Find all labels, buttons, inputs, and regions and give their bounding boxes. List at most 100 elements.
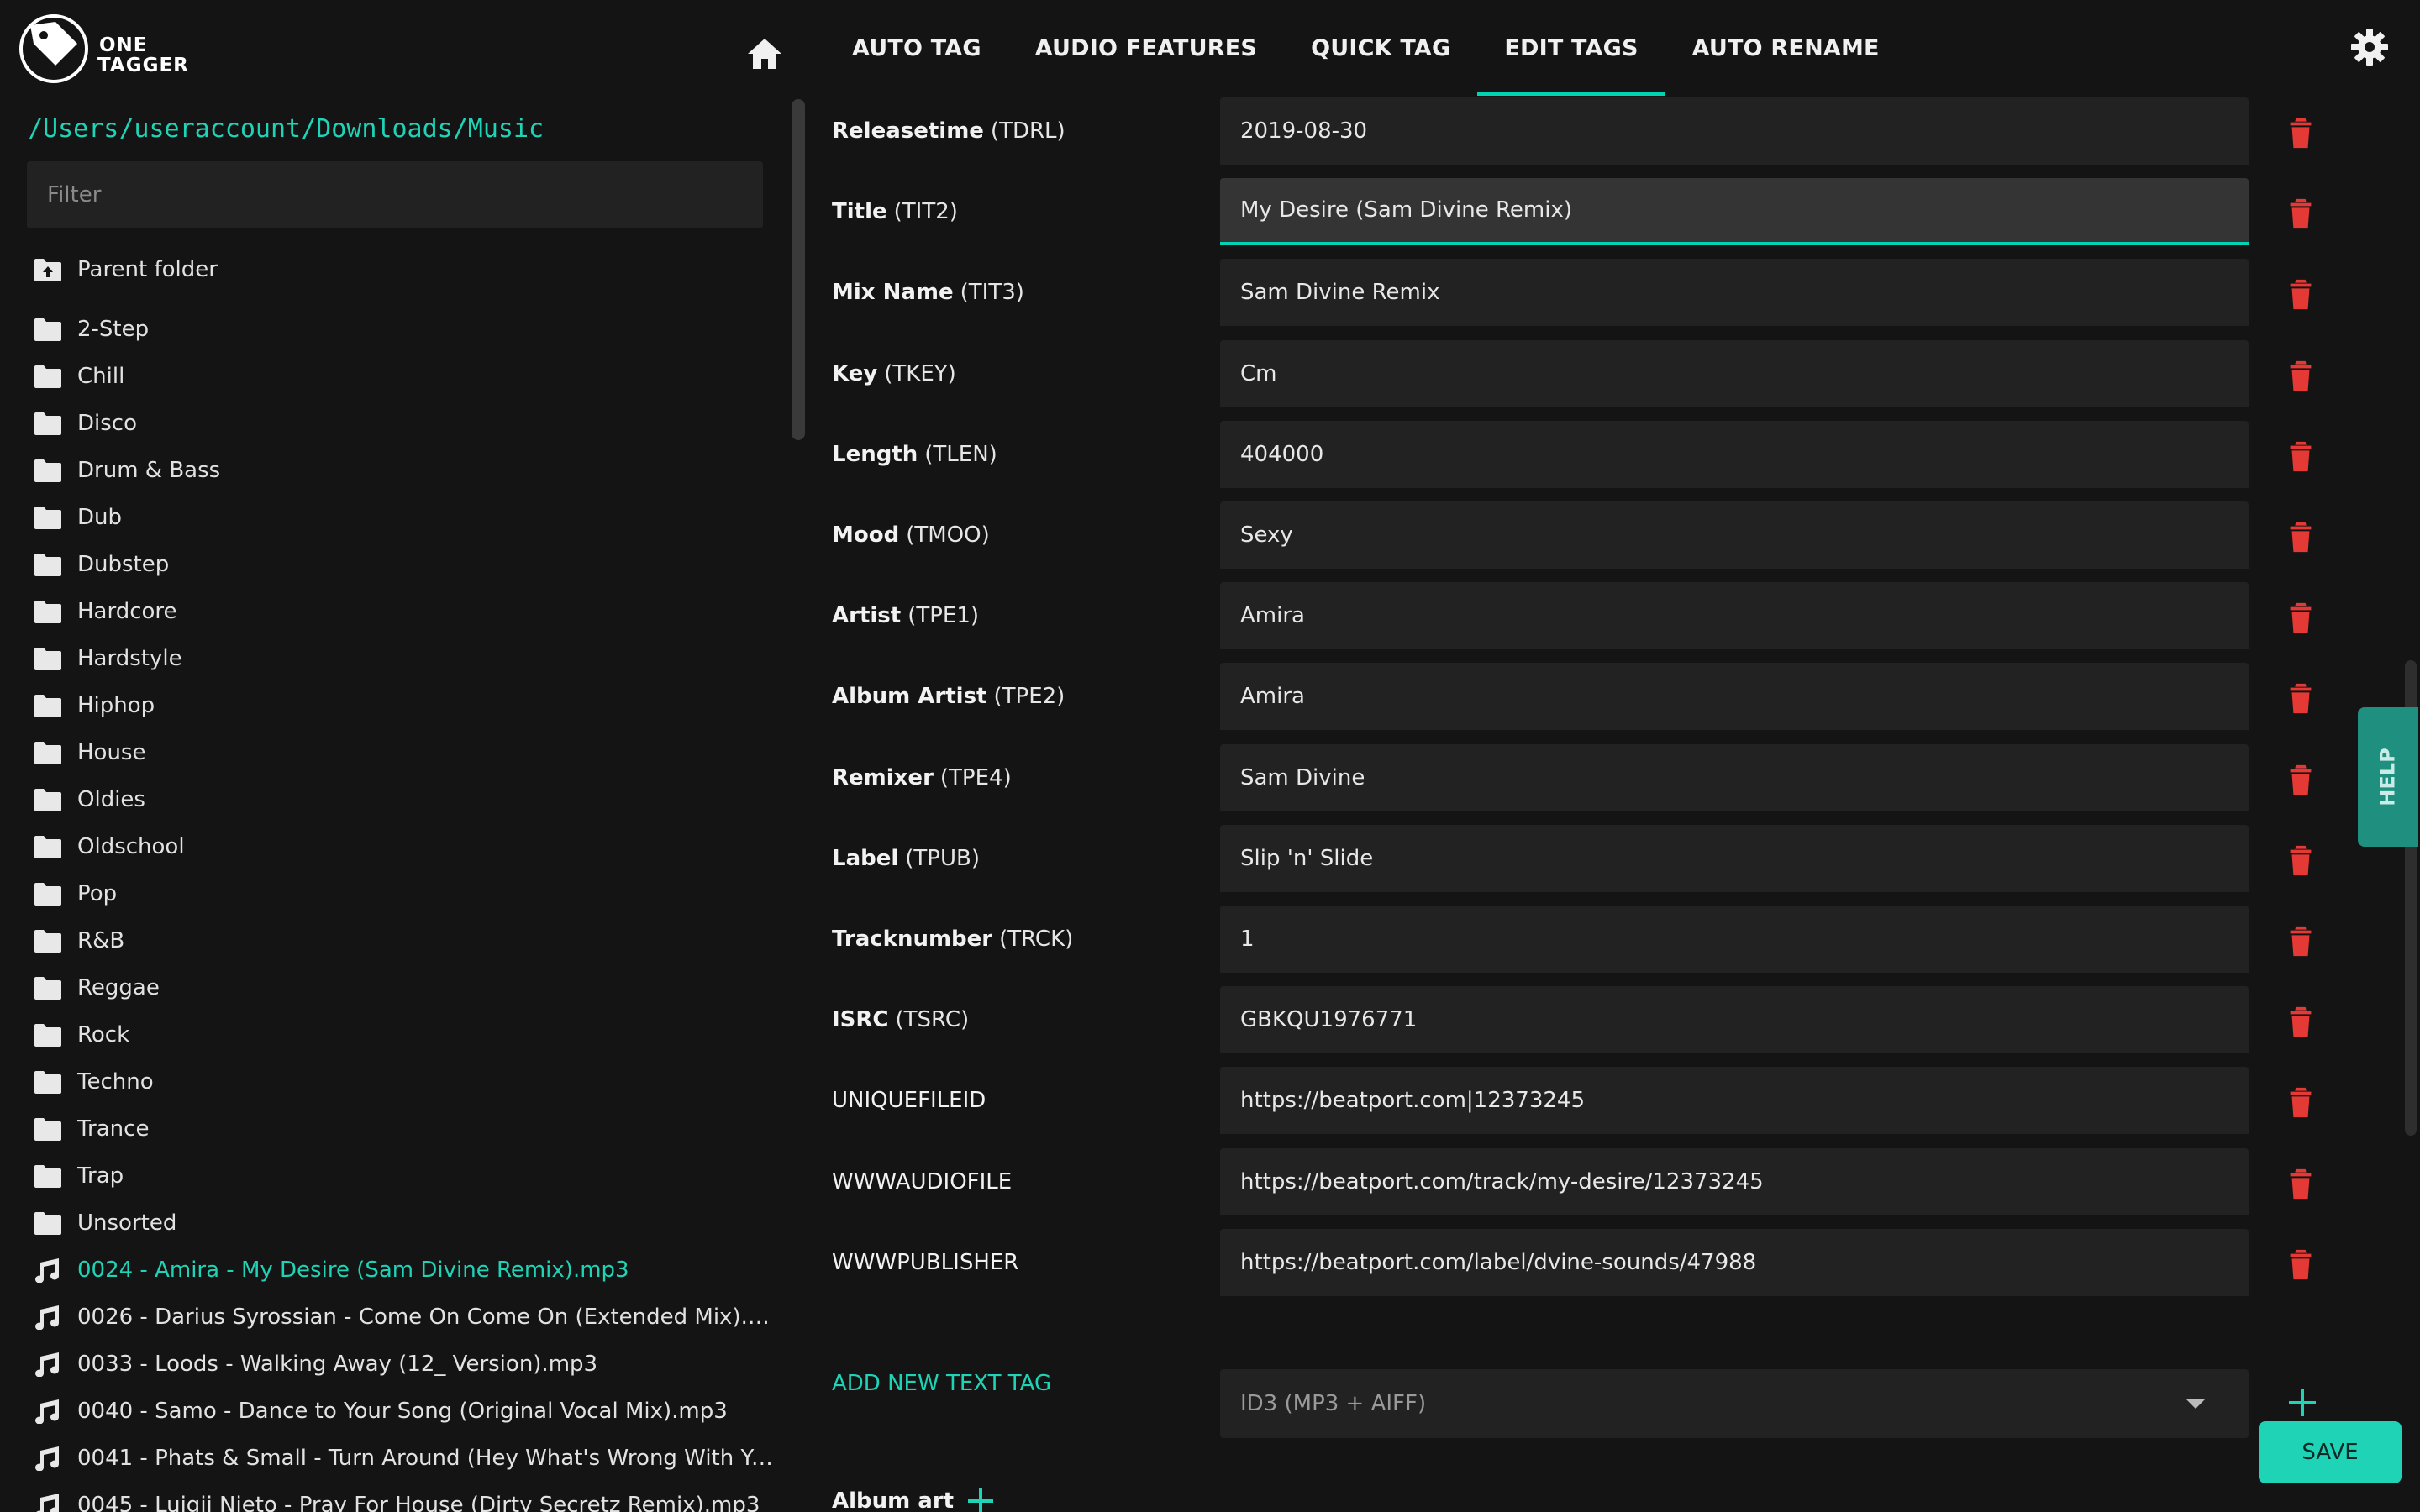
delete-tag-icon[interactable]: [2287, 439, 2314, 473]
home-icon[interactable]: [746, 37, 783, 71]
folder-item-hardstyle[interactable]: Hardstyle: [34, 635, 773, 682]
save-button[interactable]: SAVE: [2259, 1421, 2402, 1483]
folder-item-pop[interactable]: Pop: [34, 870, 773, 917]
tag-value-input[interactable]: [1220, 420, 2249, 488]
tag-value-input[interactable]: [1220, 1147, 2249, 1215]
tag-value-input[interactable]: [1220, 582, 2249, 650]
folder-icon: [34, 930, 61, 953]
gear-icon[interactable]: [2351, 29, 2388, 66]
folder-item-chill[interactable]: Chill: [34, 353, 773, 400]
tag-name: Releasetime: [832, 118, 984, 144]
tab-audio-features[interactable]: AUDIO FEATURES: [1008, 0, 1284, 96]
delete-tag-icon[interactable]: [2287, 763, 2314, 796]
tag-code: (TLEN): [924, 441, 997, 467]
filter-input[interactable]: [27, 161, 763, 228]
onetagger-logo-icon[interactable]: [18, 13, 89, 84]
add-album-art-plus-icon[interactable]: [966, 1487, 995, 1512]
tag-row: UNIQUEFILEID: [807, 1067, 2403, 1147]
tag-label: WWWAUDIOFILE: [832, 1148, 1012, 1215]
file-item[interactable]: 0024 - Amira - My Desire (Sam Divine Rem…: [34, 1247, 773, 1294]
tag-row: Title (TIT2): [807, 178, 2403, 259]
file-label: 0041 - Phats & Small - Turn Around (Hey …: [77, 1446, 773, 1471]
delete-tag-icon[interactable]: [2287, 520, 2314, 554]
tag-value-input[interactable]: [1220, 906, 2249, 973]
delete-tag-icon[interactable]: [2287, 359, 2314, 392]
add-tag-plus-icon[interactable]: [2287, 1388, 2317, 1418]
tag-editor: ADD NEW TEXT TAG ID3 (MP3 + AIFF) Album …: [807, 97, 2420, 1512]
delete-tag-icon[interactable]: [2287, 601, 2314, 634]
nav-tabs: AUTO TAG AUDIO FEATURES QUICK TAG EDIT T…: [825, 0, 1907, 96]
tag-value-input[interactable]: [1220, 501, 2249, 569]
album-art-heading: Album art: [832, 1488, 955, 1512]
tag-value-input[interactable]: [1220, 1067, 2249, 1135]
file-item[interactable]: 0041 - Phats & Small - Turn Around (Hey …: [34, 1435, 773, 1482]
tag-value-input[interactable]: [1220, 986, 2249, 1054]
tag-value-input[interactable]: [1220, 97, 2249, 165]
music-note-icon: [35, 1446, 59, 1471]
tag-value-input[interactable]: [1220, 824, 2249, 892]
delete-tag-icon[interactable]: [2287, 681, 2314, 715]
parent-folder-item[interactable]: Parent folder: [34, 244, 773, 296]
folder-item-oldies[interactable]: Oldies: [34, 776, 773, 823]
logo-line-2: TAGGER: [97, 55, 189, 76]
sidebar-scrollbar[interactable]: [792, 99, 805, 440]
tag-value-input[interactable]: [1220, 339, 2249, 407]
folder-item-oldschool[interactable]: Oldschool: [34, 823, 773, 870]
tag-format-value: ID3 (MP3 + AIFF): [1240, 1391, 1427, 1416]
delete-tag-icon[interactable]: [2287, 924, 2314, 958]
folder-item-dubstep[interactable]: Dubstep: [34, 541, 773, 588]
tag-value-input[interactable]: [1220, 1228, 2249, 1296]
delete-tag-icon[interactable]: [2287, 277, 2314, 311]
tag-format-select[interactable]: ID3 (MP3 + AIFF): [1220, 1369, 2249, 1438]
delete-tag-icon[interactable]: [2287, 1085, 2314, 1119]
folder-item-drum-bass[interactable]: Drum & Bass: [34, 447, 773, 494]
folder-item-hiphop[interactable]: Hiphop: [34, 682, 773, 729]
tag-name: ISRC: [832, 1007, 889, 1033]
tag-value-input[interactable]: [1220, 259, 2249, 327]
tag-row: Mood (TMOO): [807, 501, 2403, 582]
add-new-text-tag-link[interactable]: ADD NEW TEXT TAG: [832, 1371, 1051, 1396]
tag-value-input[interactable]: [1220, 743, 2249, 811]
delete-tag-icon[interactable]: [2287, 1247, 2314, 1281]
delete-tag-icon[interactable]: [2287, 116, 2314, 150]
folder-item-trance[interactable]: Trance: [34, 1105, 773, 1152]
file-item[interactable]: 0040 - Samo - Dance to Your Song (Origin…: [34, 1388, 773, 1435]
folder-item-unsorted[interactable]: Unsorted: [34, 1200, 773, 1247]
tab-quick-tag[interactable]: QUICK TAG: [1284, 0, 1477, 96]
folder-item-reggae[interactable]: Reggae: [34, 964, 773, 1011]
folder-item-disco[interactable]: Disco: [34, 400, 773, 447]
help-button[interactable]: HELP: [2358, 707, 2418, 847]
file-item[interactable]: 0033 - Loods - Walking Away (12_ Version…: [34, 1341, 773, 1388]
folder-item-hardcore[interactable]: Hardcore: [34, 588, 773, 635]
file-browser-sidebar: /Users/useraccount/Downloads/Music Paren…: [0, 97, 790, 1512]
tag-code: (TKEY): [884, 360, 956, 386]
tag-value-input[interactable]: [1220, 178, 2249, 246]
delete-tag-icon[interactable]: [2287, 843, 2314, 877]
file-item[interactable]: 0045 - Luigii Nieto - Pray For House (Di…: [34, 1482, 773, 1512]
delete-tag-icon[interactable]: [2287, 1005, 2314, 1038]
tag-name: Key: [832, 360, 878, 386]
folder-item-rock[interactable]: Rock: [34, 1011, 773, 1058]
folder-label: Techno: [77, 1069, 154, 1095]
tag-name: WWWAUDIOFILE: [832, 1168, 1013, 1194]
folder-up-icon: [34, 259, 61, 281]
tab-edit-tags[interactable]: EDIT TAGS: [1477, 0, 1666, 96]
file-item[interactable]: 0026 - Darius Syrossian - Come On Come O…: [34, 1294, 773, 1341]
delete-tag-icon[interactable]: [2287, 1167, 2314, 1200]
tab-auto-tag[interactable]: AUTO TAG: [825, 0, 1008, 96]
tag-label: Releasetime (TDRL): [832, 97, 1065, 165]
folder-label: Hardstyle: [77, 646, 182, 671]
folder-item-trap[interactable]: Trap: [34, 1152, 773, 1200]
file-list: Parent folder 2-Step Chill Disco Drum & Bas…: [34, 244, 773, 1512]
folder-label: Unsorted: [77, 1210, 177, 1236]
folder-item-house[interactable]: House: [34, 729, 773, 776]
delete-tag-icon[interactable]: [2287, 197, 2314, 230]
tag-value-input[interactable]: [1220, 663, 2249, 731]
folder-item-techno[interactable]: Techno: [34, 1058, 773, 1105]
folder-label: Rock: [77, 1022, 130, 1047]
tab-auto-rename[interactable]: AUTO RENAME: [1665, 0, 1907, 96]
folder-item-dub[interactable]: Dub: [34, 494, 773, 541]
folder-item-r-b[interactable]: R&B: [34, 917, 773, 964]
folder-item-2-step[interactable]: 2-Step: [34, 306, 773, 353]
folder-label: Dub: [77, 505, 123, 530]
